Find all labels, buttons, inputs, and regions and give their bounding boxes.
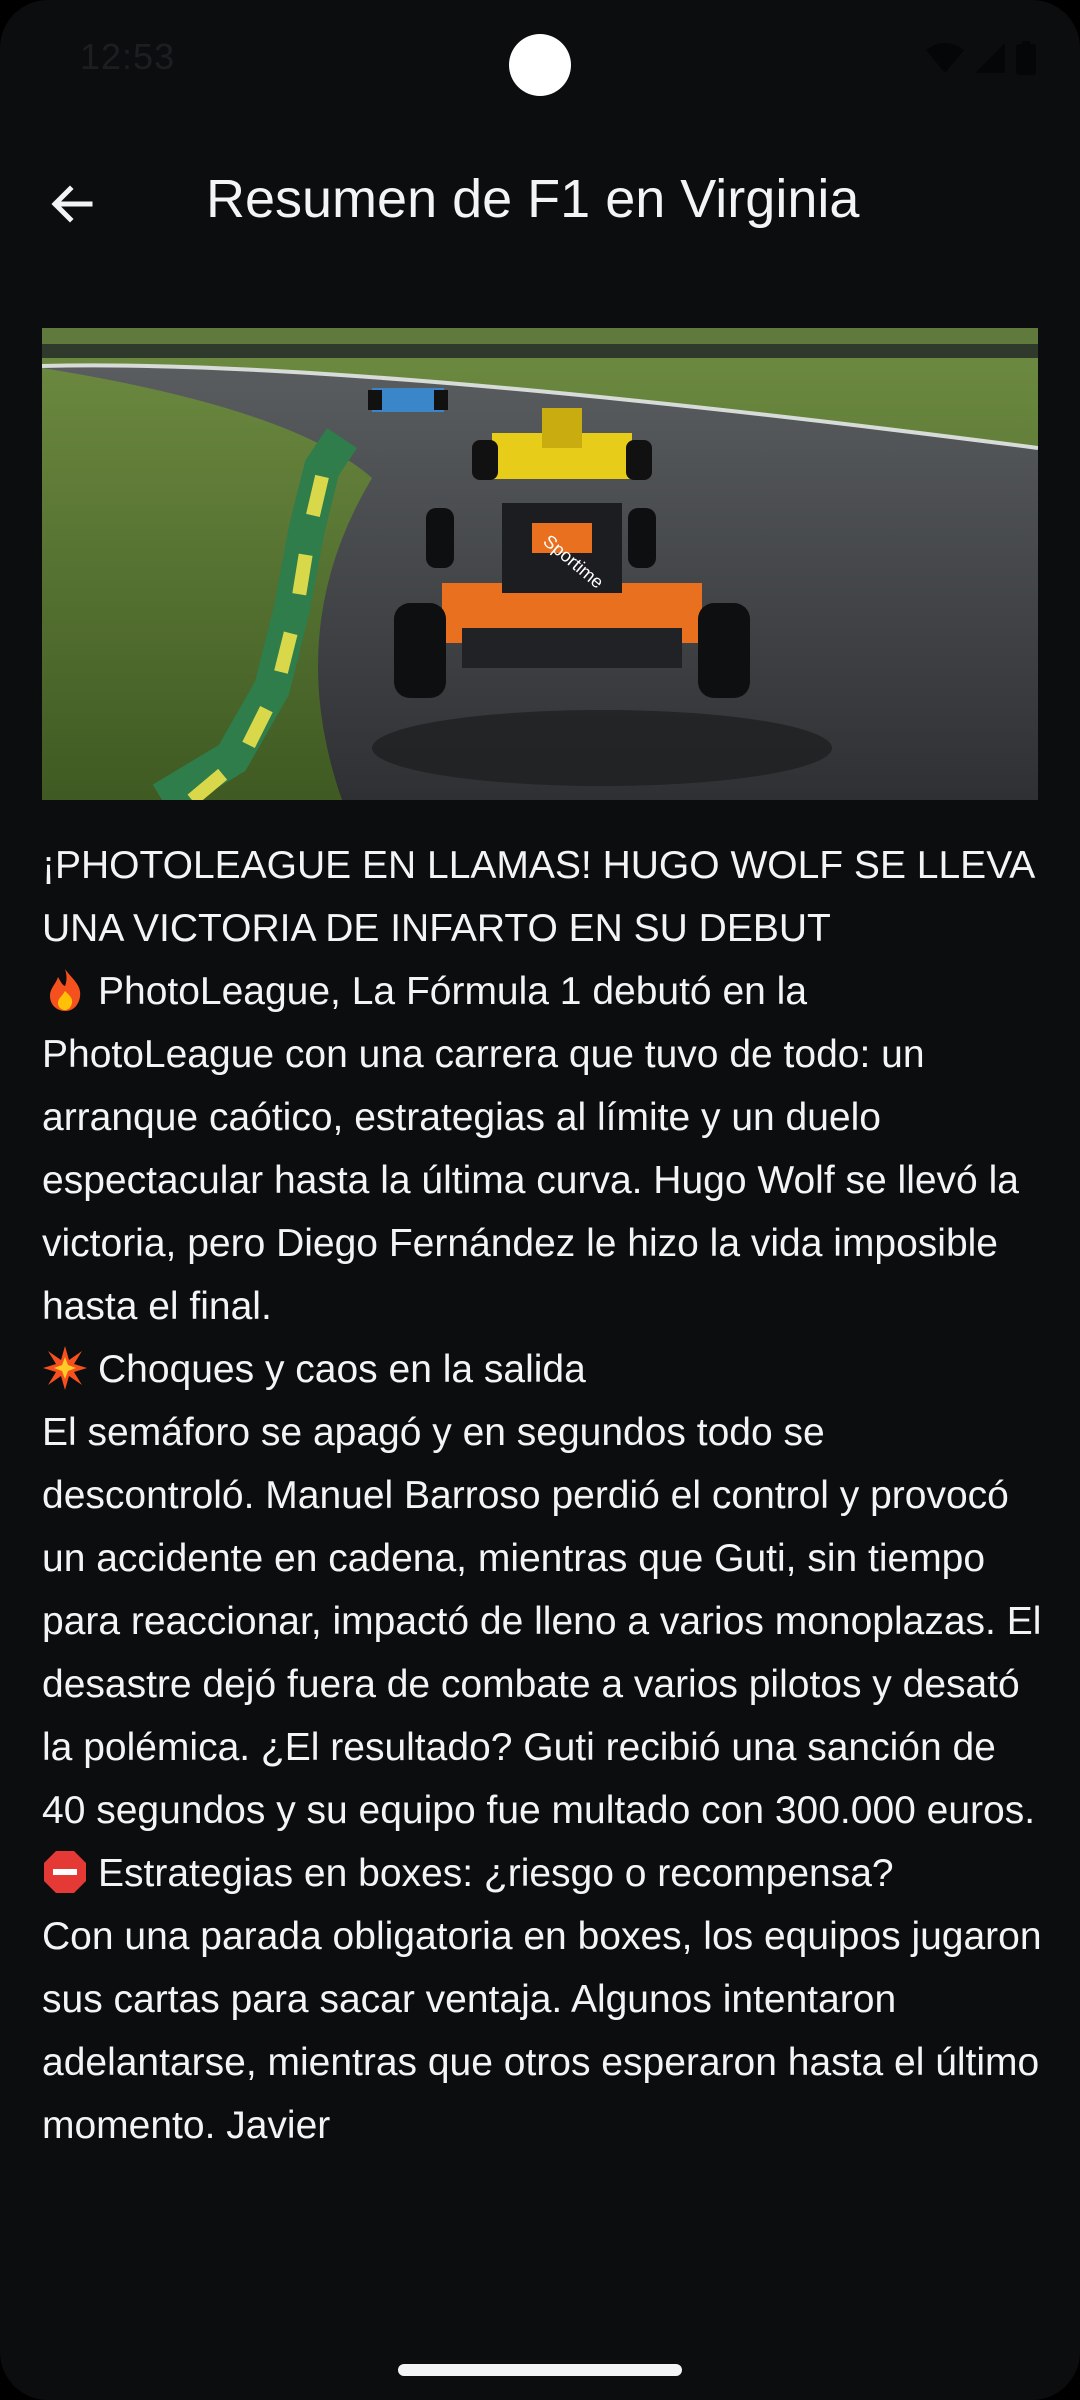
article-body: ¡PHOTOLEAGUE EN LLAMAS! HUGO WOLF SE LLE… [42, 834, 1047, 2157]
arrow-left-icon [51, 185, 93, 223]
section-1-heading: Choques y caos en la salida [42, 1338, 1047, 1401]
section-1-title: Choques y caos en la salida [98, 1348, 586, 1391]
section-2-heading: Estrategias en boxes: ¿riesgo o recompen… [42, 1842, 1047, 1905]
article-intro: PhotoLeague, La Fórmula 1 debutó en la P… [42, 960, 1047, 1338]
hero-image: Sportime [42, 328, 1038, 800]
status-time: 12:53 [80, 36, 176, 77]
front-camera [509, 34, 571, 96]
stop-sign-icon [44, 1851, 86, 1893]
cell-signal-icon [975, 43, 1005, 73]
section-2-title: Estrategias en boxes: ¿riesgo o recompen… [98, 1852, 894, 1895]
fire-icon [50, 969, 81, 1011]
status-icons [926, 40, 1036, 76]
wifi-icon [926, 43, 964, 73]
app-bar: Resumen de F1 en Virginia [0, 140, 1080, 264]
page-title: Resumen de F1 en Virginia [206, 169, 860, 229]
article-headline: ¡PHOTOLEAGUE EN LLAMAS! HUGO WOLF SE LLE… [42, 844, 1034, 950]
blue-car [368, 388, 448, 412]
race-cars-image: Sportime [42, 328, 1038, 800]
home-indicator[interactable] [398, 2364, 682, 2376]
battery-icon [1016, 41, 1036, 75]
article-intro-text: PhotoLeague, La Fórmula 1 debutó en la P… [42, 970, 1019, 1328]
phone-screen: 12:53 Resumen de F1 en Virginia Sportime… [0, 0, 1080, 2400]
collision-icon [43, 1346, 87, 1390]
back-button[interactable] [30, 162, 114, 246]
section-2-body: Con una parada obligatoria en boxes, los… [42, 1915, 1042, 2147]
section-1-body: El semáforo se apagó y en segundos todo … [42, 1411, 1042, 1832]
status-bar: 12:53 [0, 0, 1080, 120]
